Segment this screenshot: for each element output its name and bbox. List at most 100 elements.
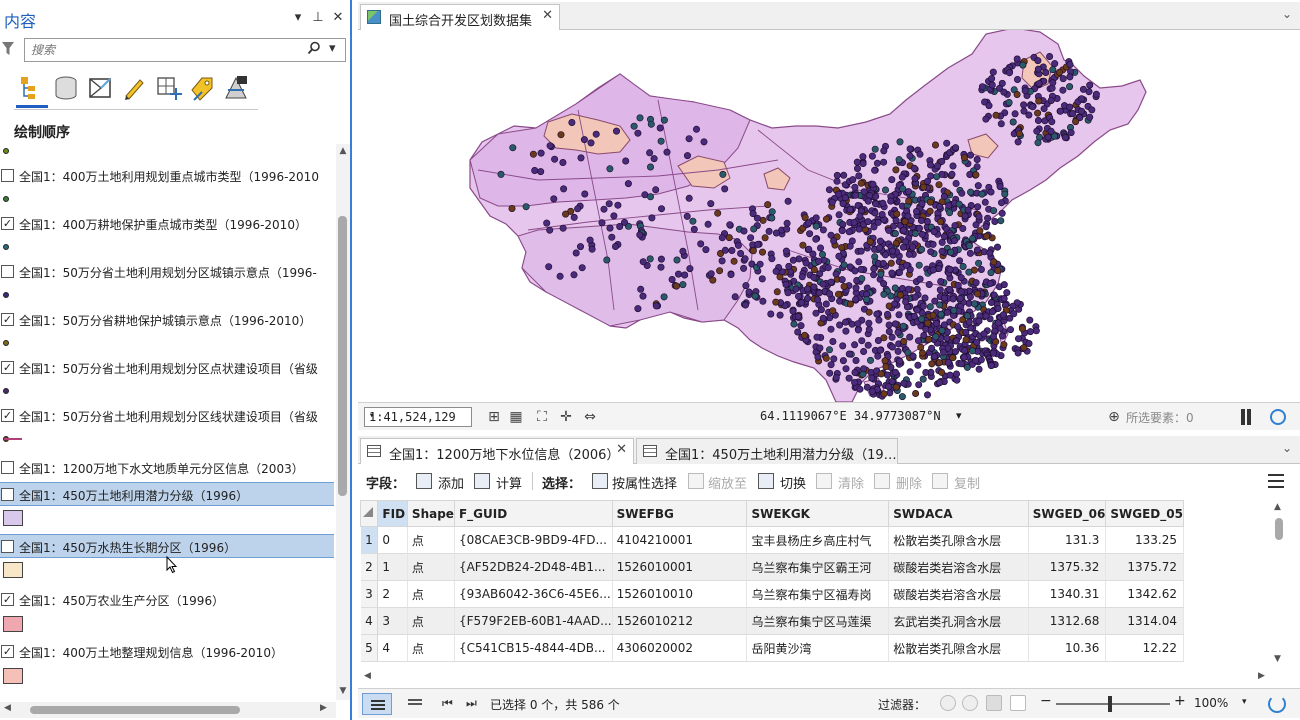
zoom-to-button[interactable]: 缩放至 [708, 473, 747, 492]
cell-fid[interactable]: 3 [377, 607, 408, 635]
cell-swdaca[interactable]: 松散岩类孔隙含水层 [888, 634, 1029, 662]
scroll-down-arrow-icon[interactable]: ▼ [1274, 654, 1281, 664]
table-tab-active[interactable]: 全国1：1200万地下水位信息（2006） ✕ [360, 438, 634, 464]
layer-list-vertical-scrollbar[interactable]: ▲ ▼ [336, 144, 350, 700]
layer-checkbox[interactable] [1, 488, 14, 501]
search-input[interactable] [31, 41, 291, 59]
scrollbar-thumb[interactable] [338, 216, 347, 496]
filter-selection-icon[interactable] [962, 695, 978, 711]
row-number[interactable]: 1 [360, 526, 379, 554]
scale-selector[interactable]: 1:41,524,129 ▾ [364, 407, 472, 427]
column-header-swged-06[interactable]: SWGED_06 [1027, 500, 1107, 527]
calculate-field-icon[interactable] [474, 473, 490, 489]
layer-item[interactable]: ✓ 全国1：450万农业生产分区（1996） [0, 588, 334, 612]
scroll-left-arrow-icon[interactable]: ◀ [4, 703, 11, 713]
layer-item-selected[interactable]: 全国1：450万水热生长期分区（1996） [0, 534, 334, 558]
column-header-shape[interactable]: Shape [406, 500, 455, 527]
row-number[interactable]: 2 [360, 553, 379, 581]
cell-fid[interactable]: 0 [377, 526, 408, 554]
column-header-swefbg[interactable]: SWEFBG [611, 500, 748, 527]
china-map[interactable] [358, 30, 1300, 402]
row-number[interactable]: 5 [360, 634, 379, 662]
cell-swged-05[interactable]: 12.22 [1105, 634, 1184, 662]
coordinate-format-chevron-icon[interactable]: ▾ [956, 409, 962, 422]
zoom-dropdown-icon[interactable]: ▾ [1242, 697, 1247, 707]
first-record-icon[interactable]: ⏮ [442, 696, 453, 711]
table-row[interactable]: 3 2 点 {93AB6042-36C6-45E6... 1526010010 … [360, 580, 1184, 608]
layer-checkbox[interactable] [1, 169, 14, 182]
cell-shape[interactable]: 点 [407, 526, 455, 554]
column-header-fid[interactable]: FID [377, 500, 408, 527]
layer-checkbox[interactable]: ✓ [1, 409, 14, 422]
cell-fid[interactable]: 2 [377, 580, 408, 608]
pan-icon[interactable]: ✛ [558, 409, 574, 425]
add-field-button[interactable]: 添加 [438, 473, 464, 492]
scrollbar-thumb[interactable] [30, 706, 240, 714]
layer-item-selected[interactable]: 全国1：450万土地利用潜力分级（1996） [0, 482, 334, 506]
list-by-labeling-icon[interactable] [188, 74, 216, 102]
copy-icon[interactable] [932, 473, 948, 489]
full-extent-icon[interactable]: ⛶ [534, 409, 550, 425]
cell-swekgk[interactable]: 宝丰县杨庄乡高庄村气 [746, 526, 890, 554]
scale-dropdown-icon[interactable]: ▾ [369, 411, 468, 421]
table-horizontal-scrollbar[interactable]: ◀ ▶ [360, 670, 1272, 684]
show-all-records-button[interactable] [362, 693, 392, 715]
pause-drawing-icon[interactable] [1240, 409, 1252, 425]
cell-swged-06[interactable]: 1375.32 [1028, 553, 1107, 581]
table-options-menu-icon[interactable] [1268, 474, 1284, 488]
calculate-field-button[interactable]: 计算 [496, 473, 522, 492]
list-by-perspective-imagery-icon[interactable] [222, 74, 250, 102]
switch-selection-button[interactable]: 切换 [780, 473, 806, 492]
scroll-up-arrow-icon[interactable]: ▲ [337, 146, 349, 156]
cell-shape[interactable]: 点 [407, 553, 455, 581]
scroll-right-arrow-icon[interactable]: ▶ [1258, 671, 1265, 681]
scroll-down-arrow-icon[interactable]: ▼ [337, 686, 349, 696]
scroll-up-arrow-icon[interactable]: ▲ [1274, 502, 1281, 512]
cell-guid[interactable]: {F579F2EB-60B1-4AAD... [454, 607, 613, 635]
layer-checkbox[interactable]: ✓ [1, 361, 14, 374]
zoom-slider-track[interactable] [1056, 703, 1170, 705]
cell-swged-06[interactable]: 131.3 [1028, 526, 1107, 554]
cell-swekgk[interactable]: 岳阳黄沙湾 [746, 634, 890, 662]
delete-button[interactable]: 删除 [896, 473, 922, 492]
tab-list-chevron-icon[interactable]: ⌄ [1282, 441, 1292, 455]
scrollbar-thumb[interactable] [1275, 518, 1283, 540]
zoom-in-icon[interactable]: + [1174, 693, 1186, 709]
column-header-swekgk[interactable]: SWEKGK [746, 500, 890, 527]
cell-swged-06[interactable]: 1340.31 [1028, 580, 1107, 608]
list-by-source-icon[interactable] [52, 74, 80, 102]
map-canvas[interactable] [358, 30, 1300, 402]
column-header-swdaca[interactable]: SWDACA [888, 500, 1029, 527]
layer-item[interactable]: ✓ 全国1：50万分省耕地保护城镇示意点（1996-2010） [0, 308, 334, 332]
cell-shape[interactable]: 点 [407, 580, 455, 608]
list-by-drawing-order-icon[interactable] [18, 74, 46, 102]
zoom-to-selection-icon[interactable]: ⇔ [582, 409, 598, 425]
cell-guid[interactable]: {AF52DB24-2D48-4B1... [454, 553, 613, 581]
list-by-selection-icon[interactable] [86, 74, 114, 102]
layer-checkbox[interactable]: ✓ [1, 593, 14, 606]
fixed-zoom-icon[interactable]: ⊞ [486, 409, 502, 425]
table-vertical-scrollbar[interactable]: ▲ ▼ [1272, 500, 1286, 668]
layer-checkbox[interactable] [1, 265, 14, 278]
cell-swefbg[interactable]: 4306020002 [612, 634, 748, 662]
grid-icon[interactable]: ▦ [508, 409, 524, 425]
cell-swged-05[interactable]: 1342.62 [1105, 580, 1184, 608]
cell-swged-05[interactable]: 1375.72 [1105, 553, 1184, 581]
table-row[interactable]: 2 1 点 {AF52DB24-2D48-4B1... 1526010001 乌… [360, 553, 1184, 581]
cell-swefbg[interactable]: 1526010010 [612, 580, 748, 608]
cell-swekgk[interactable]: 乌兰察布集宁区霸王河 [746, 553, 890, 581]
layer-item[interactable]: ✓ 全国1：400万土地整理规划信息（1996-2010） [0, 640, 334, 664]
zoom-slider-thumb[interactable] [1108, 696, 1112, 712]
close-tab-icon[interactable]: ✕ [616, 442, 627, 457]
map-tab[interactable]: 国土综合开发区划数据集 ✕ [360, 4, 560, 30]
cell-swefbg[interactable]: 1526010212 [612, 607, 748, 635]
cell-guid[interactable]: {C541CB15-4844-4DB... [454, 634, 613, 662]
switch-selection-icon[interactable] [758, 473, 774, 489]
clear-selection-icon[interactable] [816, 473, 832, 489]
cell-fid[interactable]: 1 [377, 553, 408, 581]
table-row[interactable]: 1 0 点 {08CAE3CB-9BD9-4FD... 4104210001 宝… [360, 526, 1184, 554]
cell-swekgk[interactable]: 乌兰察布集宁区马莲渠 [746, 607, 890, 635]
table-row[interactable]: 5 4 点 {C541CB15-4844-4DB... 4306020002 岳… [360, 634, 1184, 662]
cell-swdaca[interactable]: 玄武岩类孔洞含水层 [888, 607, 1029, 635]
layer-item[interactable]: 全国1：1200万地下水文地质单元分区信息（2003） [0, 456, 334, 480]
